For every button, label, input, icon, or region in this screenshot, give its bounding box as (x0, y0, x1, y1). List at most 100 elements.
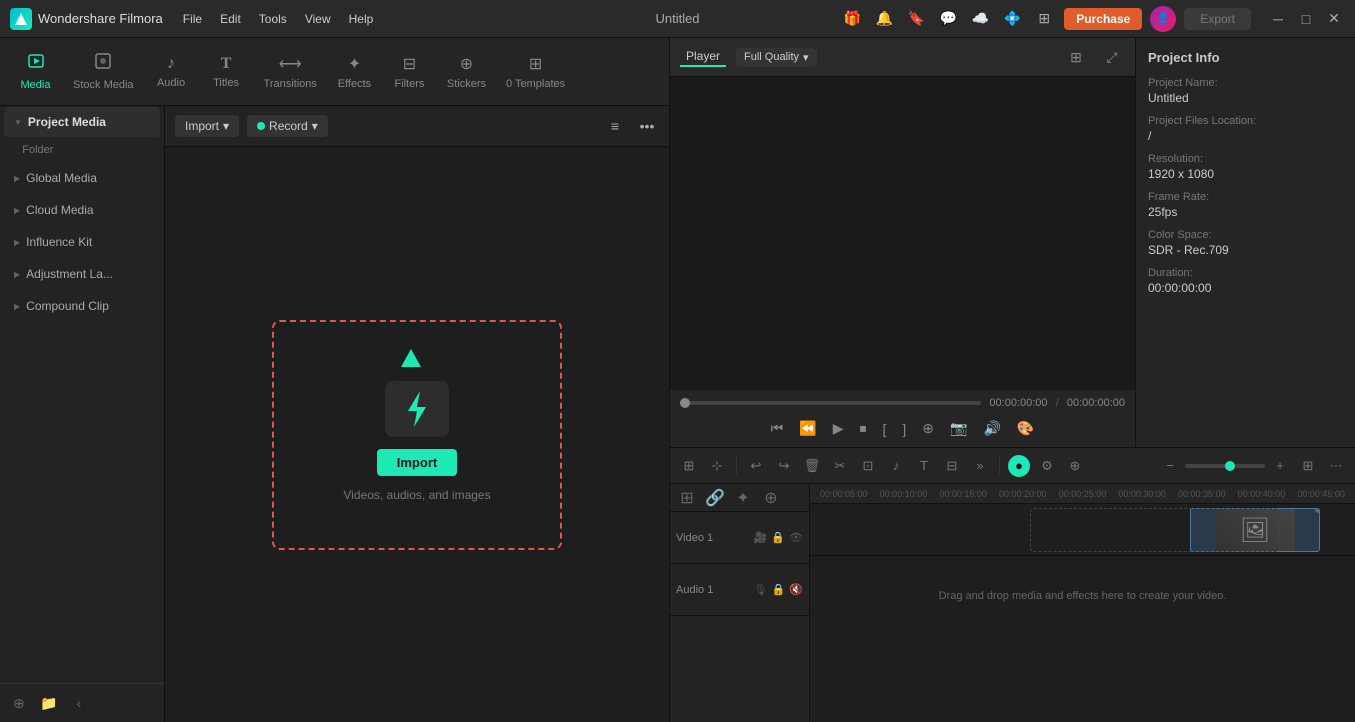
menu-tools[interactable]: Tools (259, 12, 287, 26)
fullscreen-icon[interactable]: ⤢ (1099, 44, 1125, 70)
cloud-icon[interactable]: ☁️ (968, 7, 992, 31)
color-space-label: Color Space: (1148, 229, 1343, 241)
split-view-button[interactable]: ⊞ (1063, 44, 1089, 70)
chat-icon[interactable]: 💬 (936, 7, 960, 31)
sidebar-item-influence-kit[interactable]: ▶ Influence Kit (4, 227, 160, 257)
add-sticker-track-button[interactable]: ⊕ (760, 487, 782, 509)
menu-help[interactable]: Help (349, 12, 374, 26)
go-to-start-button[interactable]: ⏮ (767, 416, 788, 441)
redo-button[interactable]: ↪ (773, 455, 795, 477)
close-button[interactable]: ✕ (1323, 8, 1345, 30)
progress-handle[interactable] (680, 398, 690, 408)
player-viewport (670, 77, 1135, 390)
video-lock-icon[interactable]: 🔒 (771, 531, 785, 544)
sidebar-item-folder[interactable]: Folder (0, 138, 164, 162)
bookmark-icon[interactable]: 🔖 (904, 7, 928, 31)
maximize-button[interactable]: □ (1295, 8, 1317, 30)
video1-track-header: Video 1 🎥 🔒 👁 (670, 512, 809, 564)
bell-icon[interactable]: 🔔 (872, 7, 896, 31)
tab-transitions-label: Transitions (264, 78, 317, 90)
mark-in-button[interactable]: [ (879, 417, 891, 441)
menu-file[interactable]: File (183, 12, 202, 26)
user-avatar[interactable]: 👤 (1150, 6, 1176, 32)
tab-templates[interactable]: ⊞ 0 Templates (496, 48, 575, 96)
sidebar-item-cloud-media[interactable]: ▶ Cloud Media (4, 195, 160, 225)
mark-out-button[interactable]: ] (898, 417, 910, 441)
audio-mute-icon[interactable]: 🔇 (789, 583, 803, 596)
snapshot-button[interactable]: 📷 (946, 416, 971, 441)
mask-button[interactable]: ⊟ (941, 455, 963, 477)
audio-lock-icon[interactable]: 🔒 (772, 583, 786, 596)
tab-player[interactable]: Player (680, 47, 726, 67)
collapse-sidebar-button[interactable]: ‹ (68, 692, 90, 714)
toolbar-divider-2 (999, 457, 1000, 475)
add-folder-button[interactable]: ⊕ (8, 692, 30, 714)
sidebar-item-adjustment-layer[interactable]: ▶ Adjustment La... (4, 259, 160, 289)
dropzone-import-button[interactable]: Import (377, 449, 457, 476)
tab-transitions[interactable]: ⟷ Transitions (254, 48, 327, 96)
text-button[interactable]: T (913, 455, 935, 477)
tab-stickers[interactable]: ⊕ Stickers (437, 48, 496, 96)
titlebar: Wondershare Filmora File Edit Tools View… (0, 0, 1355, 38)
zoom-out-button[interactable]: − (1159, 455, 1181, 477)
clip-handle[interactable] (1315, 508, 1320, 513)
zoom-slider[interactable] (1185, 464, 1265, 468)
gift-icon[interactable]: 🎁 (840, 7, 864, 31)
filter-icon[interactable]: ≡ (603, 114, 627, 138)
export-button[interactable]: Export (1184, 8, 1251, 30)
zoom-in-button[interactable]: + (1269, 455, 1291, 477)
add-ai-track-button[interactable]: ✦ (732, 487, 754, 509)
tab-filters[interactable]: ⊟ Filters (382, 48, 437, 96)
undo-button[interactable]: ↩ (745, 455, 767, 477)
tab-stock-media[interactable]: Stock Media (63, 46, 144, 97)
video-camera-icon[interactable]: 🎥 (754, 531, 768, 544)
sidebar-item-compound-clip[interactable]: ▶ Compound Clip (4, 291, 160, 321)
step-back-button[interactable]: ⏪ (795, 416, 820, 441)
timeline-magnet-button[interactable]: ⊹ (706, 455, 728, 477)
settings-button[interactable]: ⋯ (1325, 455, 1347, 477)
audio-mic-icon[interactable]: 🎙 (754, 583, 768, 596)
import-button[interactable]: Import ▾ (175, 115, 239, 137)
adjust-button[interactable]: ⊕ (1064, 455, 1086, 477)
tab-effects-label: Effects (338, 78, 371, 90)
crop-button[interactable]: ⊡ (857, 455, 879, 477)
timeline-toolbar: ⊞ ⊹ ↩ ↪ 🗑 ✂ ⊡ ♪ T ⊟ » ● ⚙ ⊕ − (670, 448, 1355, 484)
sidebar-item-global-media[interactable]: ▶ Global Media (4, 163, 160, 193)
cut-button[interactable]: ✂ (829, 455, 851, 477)
progress-bar[interactable] (680, 401, 981, 405)
record-timeline-button[interactable]: ● (1008, 455, 1030, 477)
quality-select[interactable]: Full Quality ▾ (736, 48, 817, 67)
minimize-button[interactable]: ─ (1267, 8, 1289, 30)
expand-arrow-influence-kit: ▶ (14, 238, 20, 247)
menu-view[interactable]: View (305, 12, 331, 26)
tab-media[interactable]: Media (8, 46, 63, 97)
stop-button[interactable]: ⏹ (856, 416, 871, 441)
timeline-ruler-tracks: 00:00:05:00 00:00:10:00 00:00:15:00 00:0… (810, 484, 1355, 722)
more-effects-button[interactable]: » (969, 455, 991, 477)
sidebar-item-project-media[interactable]: ▼ Project Media (4, 107, 160, 137)
grid-layout-button[interactable]: ⊞ (1297, 455, 1319, 477)
audio-button[interactable]: 🔊 (979, 416, 1004, 441)
project-files-value: / (1148, 129, 1343, 143)
add-video-track-button[interactable]: ⊞ (676, 487, 698, 509)
delete-button[interactable]: 🗑 (801, 455, 823, 477)
play-button[interactable]: ▶ (829, 416, 848, 441)
ai-button[interactable]: ⚙ (1036, 455, 1058, 477)
drag-drop-text: Drag and drop media and effects here to … (810, 590, 1355, 602)
menu-edit[interactable]: Edit (220, 12, 241, 26)
audio-detach-button[interactable]: ♪ (885, 455, 907, 477)
tab-effects[interactable]: ✦ Effects (327, 48, 382, 96)
color-settings-button[interactable]: 🎨 (1013, 416, 1038, 441)
add-link-track-button[interactable]: 🔗 (704, 487, 726, 509)
video-eye-icon[interactable]: 👁 (789, 531, 803, 544)
grid-icon[interactable]: ⊞ (1032, 7, 1056, 31)
discord-icon[interactable]: 💠 (1000, 7, 1024, 31)
folder-button[interactable]: 📁 (38, 692, 60, 714)
timeline-split-view-button[interactable]: ⊞ (678, 455, 700, 477)
more-options-icon[interactable]: ••• (635, 114, 659, 138)
add-to-timeline-button[interactable]: ⊕ (918, 416, 938, 441)
record-button[interactable]: Record ▾ (247, 115, 328, 137)
tab-audio[interactable]: ♪ Audio (144, 49, 199, 95)
purchase-button[interactable]: Purchase (1064, 8, 1142, 30)
tab-titles[interactable]: T Titles (199, 49, 254, 95)
